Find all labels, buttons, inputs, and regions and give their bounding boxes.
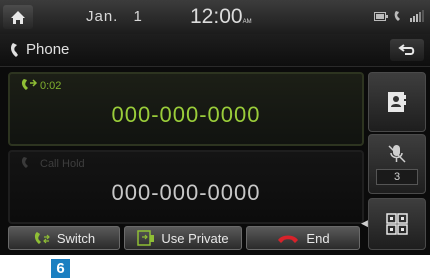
callout-badge: 6 [51,259,70,278]
use-private-button-label: Use Private [161,230,229,246]
end-call-icon [278,235,299,243]
phone-icon [11,43,18,57]
status-bar: Jan. 1 12:00AM [0,0,430,34]
battery-icon [374,11,388,21]
end-call-button[interactable]: End [246,226,360,250]
mic-volume-panel[interactable]: 3 [368,134,426,194]
active-call-panel[interactable]: 0:02 000-000-0000 [8,72,364,146]
active-call-icon [21,79,38,90]
status-time-value: 12:00 [190,5,243,28]
switch-button[interactable]: Switch [8,226,120,250]
panel-handle-icon[interactable]: ◀ [361,218,368,229]
held-call-number: 000-000-0000 [111,180,261,205]
contacts-icon [388,92,406,112]
switch-call-icon [34,232,50,244]
keypad-button[interactable] [368,198,426,250]
home-icon [11,10,25,24]
switch-button-label: Switch [56,230,96,246]
mic-volume-level: 3 [376,169,418,185]
status-icons [374,10,424,22]
page-title: Phone [26,41,70,58]
status-date-month: Jan. [86,8,119,25]
held-call-icon [21,157,28,168]
status-time-suffix: AM [242,19,252,25]
back-arrow-icon [398,44,415,55]
call-hold-status: Call Hold [40,158,85,170]
held-call-panel[interactable]: Call Hold 000-000-0000 [8,150,364,224]
call-status-icon [394,11,400,21]
phone-screen: Jan. 1 12:00AM Phone 0:02 000-000-0000 C… [0,0,430,255]
status-time: 12:00AM [190,5,252,29]
private-mode-icon [137,230,155,246]
signal-icon [410,10,424,22]
keypad-icon [386,213,408,235]
contacts-button[interactable] [368,72,426,132]
back-button[interactable] [390,39,424,61]
call-duration: 0:02 [40,80,62,92]
status-date: Jan. 1 [86,8,143,25]
home-button[interactable] [3,5,33,29]
active-call-number: 000-000-0000 [111,102,261,127]
title-bar: Phone [0,34,430,67]
use-private-button[interactable]: Use Private [124,226,242,250]
mic-mute-icon [388,145,406,163]
end-call-button-label: End [306,230,330,246]
status-date-day: 1 [133,8,143,25]
